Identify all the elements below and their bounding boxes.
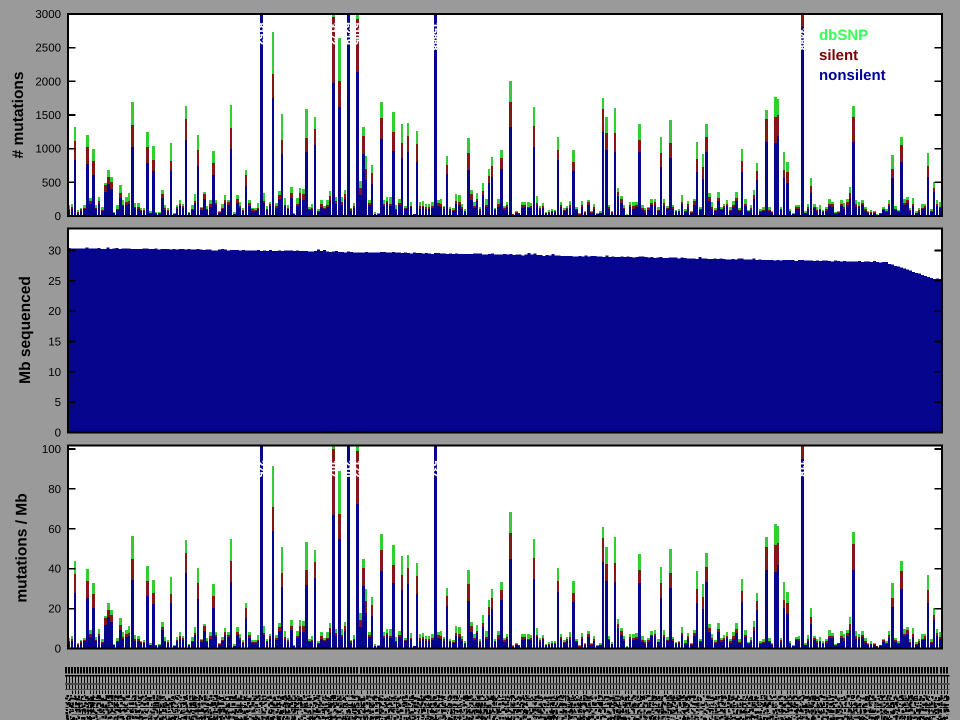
svg-text:2000: 2000 xyxy=(35,76,61,88)
svg-text:Mb sequenced: Mb sequenced xyxy=(17,276,34,384)
svg-text:500: 500 xyxy=(42,177,61,189)
svg-text:40: 40 xyxy=(48,564,61,576)
svg-text:# mutations: # mutations xyxy=(10,72,27,159)
svg-text:5105: 5105 xyxy=(351,23,362,46)
svg-text:0: 0 xyxy=(55,644,61,656)
svg-text:25: 25 xyxy=(48,276,61,288)
svg-text:1000: 1000 xyxy=(35,144,61,156)
svg-text:275: 275 xyxy=(255,461,266,478)
svg-text:3000: 3000 xyxy=(35,9,61,21)
svg-text:silent: silent xyxy=(819,47,858,64)
svg-text:3488: 3488 xyxy=(796,28,807,51)
svg-text:118: 118 xyxy=(796,461,807,478)
svg-text:dbSNP: dbSNP xyxy=(819,27,868,44)
svg-text:10: 10 xyxy=(48,367,61,379)
svg-text:1500: 1500 xyxy=(35,110,61,122)
svg-text:100: 100 xyxy=(42,444,61,456)
svg-text:0: 0 xyxy=(55,428,61,440)
svg-text:15: 15 xyxy=(48,337,61,349)
svg-text:nonsilent: nonsilent xyxy=(819,67,886,84)
svg-text:0: 0 xyxy=(55,211,61,223)
svg-text:15888: 15888 xyxy=(429,23,440,51)
svg-text:107: 107 xyxy=(327,461,338,478)
svg-text:537: 537 xyxy=(429,461,440,478)
svg-text:2500: 2500 xyxy=(35,43,61,55)
svg-text:20: 20 xyxy=(48,604,61,616)
svg-text:60: 60 xyxy=(48,524,61,536)
svg-text:172: 172 xyxy=(351,461,362,478)
svg-text:8152: 8152 xyxy=(255,23,266,46)
svg-text:3172: 3172 xyxy=(327,23,338,46)
svg-text:80: 80 xyxy=(48,484,61,496)
svg-text:30: 30 xyxy=(48,246,61,258)
svg-text:20: 20 xyxy=(48,306,61,318)
svg-text:5: 5 xyxy=(55,397,61,409)
svg-text:mutations / Mb: mutations / Mb xyxy=(14,493,31,602)
